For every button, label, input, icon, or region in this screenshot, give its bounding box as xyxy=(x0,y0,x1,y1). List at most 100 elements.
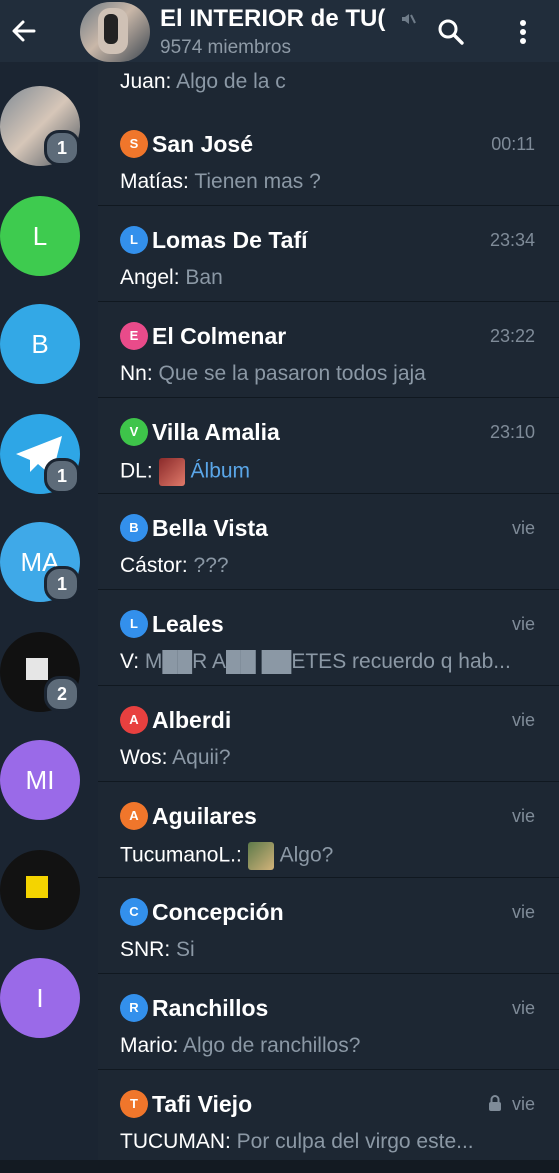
avatar-circle: B xyxy=(0,304,80,384)
more-options-icon[interactable] xyxy=(510,17,536,47)
partial-text: Algo de la c xyxy=(176,70,286,93)
topic-name: El Colmenar xyxy=(152,322,287,349)
topic-row[interactable]: E El Colmenar 23:22 Nn: Que se la pasaron t… xyxy=(98,302,559,398)
message-text: Que se la pasaron todos jaja xyxy=(158,362,426,385)
topic-row[interactable]: T Tafi Viejo vie TUCUMAN: Por culpa del vir… xyxy=(98,1070,559,1166)
topic-name: Villa Amalia xyxy=(152,418,280,445)
member-count: 9574 miembros xyxy=(160,37,291,58)
topic-name: Lomas De Tafí xyxy=(152,226,308,253)
topic-name: Tafi Viejo xyxy=(152,1090,253,1117)
last-message: Matías: Tienen mas ? xyxy=(120,170,538,194)
avatar-circle: L xyxy=(0,196,80,276)
topic-name-line: E El Colmenar xyxy=(120,322,286,352)
avatar-initials: B xyxy=(31,329,49,359)
back-arrow-icon[interactable] xyxy=(10,17,38,45)
message-text: Ban xyxy=(185,266,223,289)
topic-row[interactable]: A Aguilares vie TucumanoL.: Algo? xyxy=(98,782,559,878)
sidebar-chat-avatar[interactable]: I xyxy=(0,958,80,1038)
sidebar-chat-avatar[interactable]: MI xyxy=(0,740,80,820)
topic-icon: A xyxy=(120,706,148,734)
message-text: Álbum xyxy=(190,459,251,483)
message-text: Si xyxy=(176,938,195,961)
message-text: Tienen mas ? xyxy=(194,170,321,193)
topic-row[interactable]: B Bella Vista vie Cástor: ??? xyxy=(98,494,559,590)
topic-name-line: T Tafi Viejo xyxy=(120,1090,252,1120)
topic-time: vie xyxy=(511,902,535,922)
group-avatar[interactable] xyxy=(80,2,150,62)
topic-name-line: S San José xyxy=(120,130,253,160)
topic-icon: V xyxy=(120,418,148,446)
sidebar-chat-avatar[interactable] xyxy=(0,850,80,930)
topic-row[interactable]: R Ranchillos vie Mario: Algo de ranchillos? xyxy=(98,974,559,1070)
topic-row[interactable]: L Lomas De Tafí 23:34 Angel: Ban xyxy=(98,206,559,302)
sidebar-chat-avatar[interactable]: L xyxy=(0,196,80,276)
topic-time: vie xyxy=(511,710,535,730)
message-sender: V: xyxy=(120,650,145,673)
avatar-initials: MI xyxy=(25,765,55,795)
bottom-edge xyxy=(0,1160,559,1173)
message-sender: Angel: xyxy=(120,266,186,289)
message-sender: TucumanoL.: xyxy=(120,843,248,867)
topic-row[interactable]: V Villa Amalia 23:10 DL: Álbum xyxy=(98,398,559,494)
topic-list: Juan: Algo de la c S San José 00:11 Matías:… xyxy=(98,62,559,1173)
topic-time: vie xyxy=(511,518,535,538)
message-sender: Mario: xyxy=(120,1034,184,1057)
search-icon[interactable] xyxy=(436,17,466,47)
topic-time: 23:10 xyxy=(489,422,535,442)
message-sender: Cástor: xyxy=(120,554,194,577)
lock-icon xyxy=(487,1094,503,1112)
topic-icon: T xyxy=(120,1090,148,1118)
topic-name: Bella Vista xyxy=(152,514,268,541)
group-title[interactable]: El INTERIOR de TU( xyxy=(160,5,386,33)
topic-name-line: C Concepción xyxy=(120,898,284,928)
last-message: Angel: Ban xyxy=(120,266,538,290)
message-sender: Matías: xyxy=(120,170,195,193)
topic-time: 23:34 xyxy=(489,230,535,250)
topic-icon: B xyxy=(120,514,148,542)
topic-icon: L xyxy=(120,610,148,638)
topic-name: Alberdi xyxy=(152,706,232,733)
avatar-circle: I xyxy=(0,958,80,1038)
sidebar-chat-avatar[interactable]: 2 xyxy=(0,632,80,712)
message-text: M██R A██ ██ETES recuerdo q hab... xyxy=(144,650,511,673)
last-message: Cástor: ??? xyxy=(120,554,538,578)
message-sender: DL: xyxy=(120,459,159,483)
topic-icon: A xyxy=(120,802,148,830)
avatar-initials: I xyxy=(36,983,44,1013)
message-text: ??? xyxy=(193,554,229,577)
media-thumbnail xyxy=(158,458,185,486)
topic-time: 23:22 xyxy=(489,326,535,346)
last-message: Nn: Que se la pasaron todos jaja xyxy=(120,362,538,386)
unread-count-badge: 2 xyxy=(44,676,80,712)
sidebar-chat-avatar[interactable]: MA 1 xyxy=(0,522,80,602)
topic-row[interactable]: A Alberdi vie Wos: Aquii? xyxy=(98,686,559,782)
unread-count-badge: 1 xyxy=(44,458,80,494)
topic-icon: R xyxy=(120,994,148,1022)
last-message: TucumanoL.: Algo? xyxy=(120,842,538,870)
partial-topic-preview[interactable]: Juan: Algo de la c xyxy=(120,70,286,94)
last-message: Wos: Aquii? xyxy=(120,746,538,770)
topic-name: Concepción xyxy=(152,898,284,925)
last-message: SNR: Si xyxy=(120,938,538,962)
topic-row[interactable]: C Concepción vie SNR: Si xyxy=(98,878,559,974)
last-message: DL: Álbum xyxy=(120,458,538,486)
message-text: Algo de ranchillos? xyxy=(183,1034,361,1057)
topic-name-line: L Leales xyxy=(120,610,224,640)
message-text: Aquii? xyxy=(172,746,231,769)
topic-time: vie xyxy=(511,806,535,826)
sidebar-chat-avatar[interactable]: B xyxy=(0,304,80,384)
message-sender: TUCUMAN: xyxy=(120,1130,237,1153)
topic-icon: L xyxy=(120,226,148,254)
chat-sidebar: 1 L B 1 MA 1 2 MI I xyxy=(0,62,98,1173)
sidebar-chat-avatar[interactable]: 1 xyxy=(0,86,80,166)
topic-name-line: A Alberdi xyxy=(120,706,231,736)
sidebar-chat-avatar[interactable]: 1 xyxy=(0,414,80,494)
topic-time: vie xyxy=(511,1094,535,1114)
topic-row[interactable]: S San José 00:11 Matías: Tienen mas ? xyxy=(98,110,559,206)
avatar-circle: MI xyxy=(0,740,80,820)
message-text: Algo? xyxy=(279,843,334,867)
avatar-circle xyxy=(0,850,80,930)
topic-row[interactable]: L Leales vie V: M██R A██ ██ETES recuerdo q … xyxy=(98,590,559,686)
topic-time: vie xyxy=(511,614,535,634)
topic-name-line: R Ranchillos xyxy=(120,994,268,1024)
